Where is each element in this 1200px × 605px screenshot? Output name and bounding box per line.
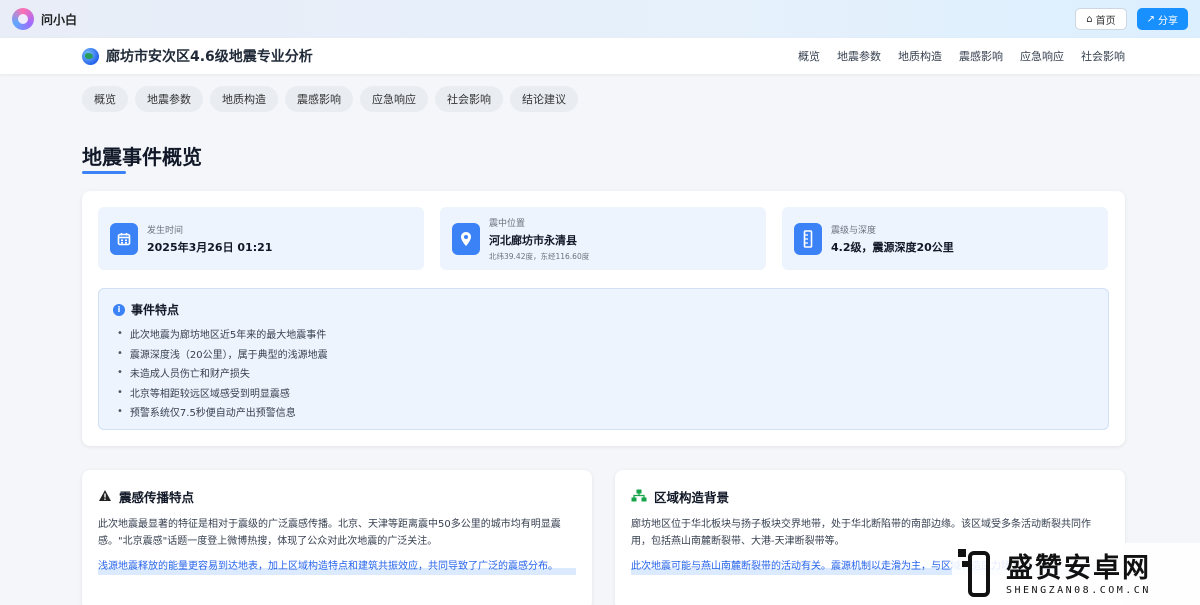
watermark-logo-icon (956, 545, 1000, 603)
map-pin-icon (452, 222, 480, 255)
page-header: 廊坊市安次区4.6级地震专业分析 概览 地震参数 地质构造 震感影响 应急响应 … (0, 38, 1200, 74)
warning-icon (98, 487, 112, 506)
features-list: 此次地震为廊坊地区近5年来的最大地震事件 震源深度浅（20公里），属于典型的浅源… (113, 324, 1094, 422)
watermark-main: 盛赞安卓网 (1006, 552, 1151, 584)
stat-magnitude-label: 震级与深度 (831, 225, 877, 236)
tab-overview[interactable]: 概览 (82, 86, 128, 112)
tab-geology[interactable]: 地质构造 (210, 86, 278, 112)
tab-conclusion[interactable]: 结论建议 (510, 86, 578, 112)
card-highlight: 浅源地震释放的能量更容易到达地表，加上区域构造特点和建筑共振效应，共同导致了广泛… (98, 558, 576, 575)
stat-location: 震中位置 河北廊坊市永清县 北纬39.42度，东经116.60度 (440, 207, 766, 270)
stat-time-label: 发生时间 (147, 225, 184, 236)
watermark-sub: SHENGZAN08.COM.CN (1006, 584, 1151, 596)
stat-location-coords: 北纬39.42度，东经116.60度 (489, 251, 590, 261)
stat-time-value: 2025年3月26日 01:21 (147, 240, 273, 254)
home-button-label: 首页 (1095, 15, 1116, 27)
home-button[interactable]: ⌂ 首页 (1075, 8, 1127, 30)
share-button[interactable]: ↗ 分享 (1136, 8, 1188, 30)
nav-felt-impact[interactable]: 震感影响 (959, 48, 1003, 64)
section-underline (82, 171, 126, 174)
card-body: 此次地震最显著的特征是相对于震级的广泛震感传播。北京、天津等距离震中50多公里的… (98, 519, 561, 547)
app-logo-icon[interactable] (12, 8, 34, 30)
tab-social[interactable]: 社会影响 (435, 86, 503, 112)
list-item: 震源深度浅（20公里），属于典型的浅源地震 (117, 344, 1094, 364)
section-tabs: 概览 地震参数 地质构造 震感影响 应急响应 社会影响 结论建议 (82, 86, 578, 112)
section-title: 地震事件概览 (82, 145, 202, 169)
event-features-panel: i 事件特点 此次地震为廊坊地区近5年来的最大地震事件 震源深度浅（20公里），… (98, 288, 1109, 430)
home-icon: ⌂ (1086, 13, 1093, 25)
stat-magnitude: 震级与深度 4.2级，震源深度20公里 (782, 207, 1108, 270)
tab-parameters[interactable]: 地震参数 (135, 86, 203, 112)
calendar-icon (110, 222, 138, 255)
stat-location-label: 震中位置 (489, 218, 526, 229)
nav-social[interactable]: 社会影响 (1081, 48, 1125, 64)
tab-emergency[interactable]: 应急响应 (360, 86, 428, 112)
features-title: 事件特点 (131, 303, 180, 317)
card-title: 震感传播特点 (119, 489, 195, 505)
ruler-icon (794, 222, 822, 255)
nav-emergency[interactable]: 应急响应 (1020, 48, 1064, 64)
header-nav: 概览 地震参数 地质构造 震感影响 应急响应 社会影响 (798, 38, 1125, 74)
list-item: 未造成人员伤亡和财产损失 (117, 363, 1094, 383)
share-icon: ↗ (1146, 13, 1155, 25)
nav-overview[interactable]: 概览 (798, 48, 820, 64)
hierarchy-icon (631, 487, 647, 506)
app-name[interactable]: 问小白 (41, 11, 77, 28)
info-icon: i (113, 303, 125, 316)
stat-location-value: 河北廊坊市永清县 (489, 233, 577, 247)
list-item: 此次地震为廊坊地区近5年来的最大地震事件 (117, 324, 1094, 344)
page-title: 廊坊市安次区4.6级地震专业分析 (106, 49, 313, 65)
nav-geology[interactable]: 地质构造 (898, 48, 942, 64)
stat-time: 发生时间 2025年3月26日 01:21 (98, 207, 424, 270)
overview-card: 发生时间 2025年3月26日 01:21 震中位置 河北廊坊市永清县 北纬39… (82, 191, 1125, 446)
globe-icon (82, 47, 99, 65)
watermark: 盛赞安卓网 SHENGZAN08.COM.CN (952, 543, 1200, 605)
tab-felt-impact[interactable]: 震感影响 (285, 86, 353, 112)
app-bar: 问小白 ⌂ 首页 ↗ 分享 (0, 0, 1200, 38)
nav-parameters[interactable]: 地震参数 (837, 48, 881, 64)
card-title: 区域构造背景 (654, 489, 730, 505)
felt-propagation-card: 震感传播特点 此次地震最显著的特征是相对于震级的广泛震感传播。北京、天津等距离震… (82, 470, 592, 605)
stat-magnitude-value: 4.2级，震源深度20公里 (831, 240, 954, 254)
list-item: 北京等相距较远区域感受到明显震感 (117, 383, 1094, 403)
share-button-label: 分享 (1158, 15, 1178, 27)
list-item: 预警系统仅7.5秒便自动产出预警信息 (117, 402, 1094, 422)
